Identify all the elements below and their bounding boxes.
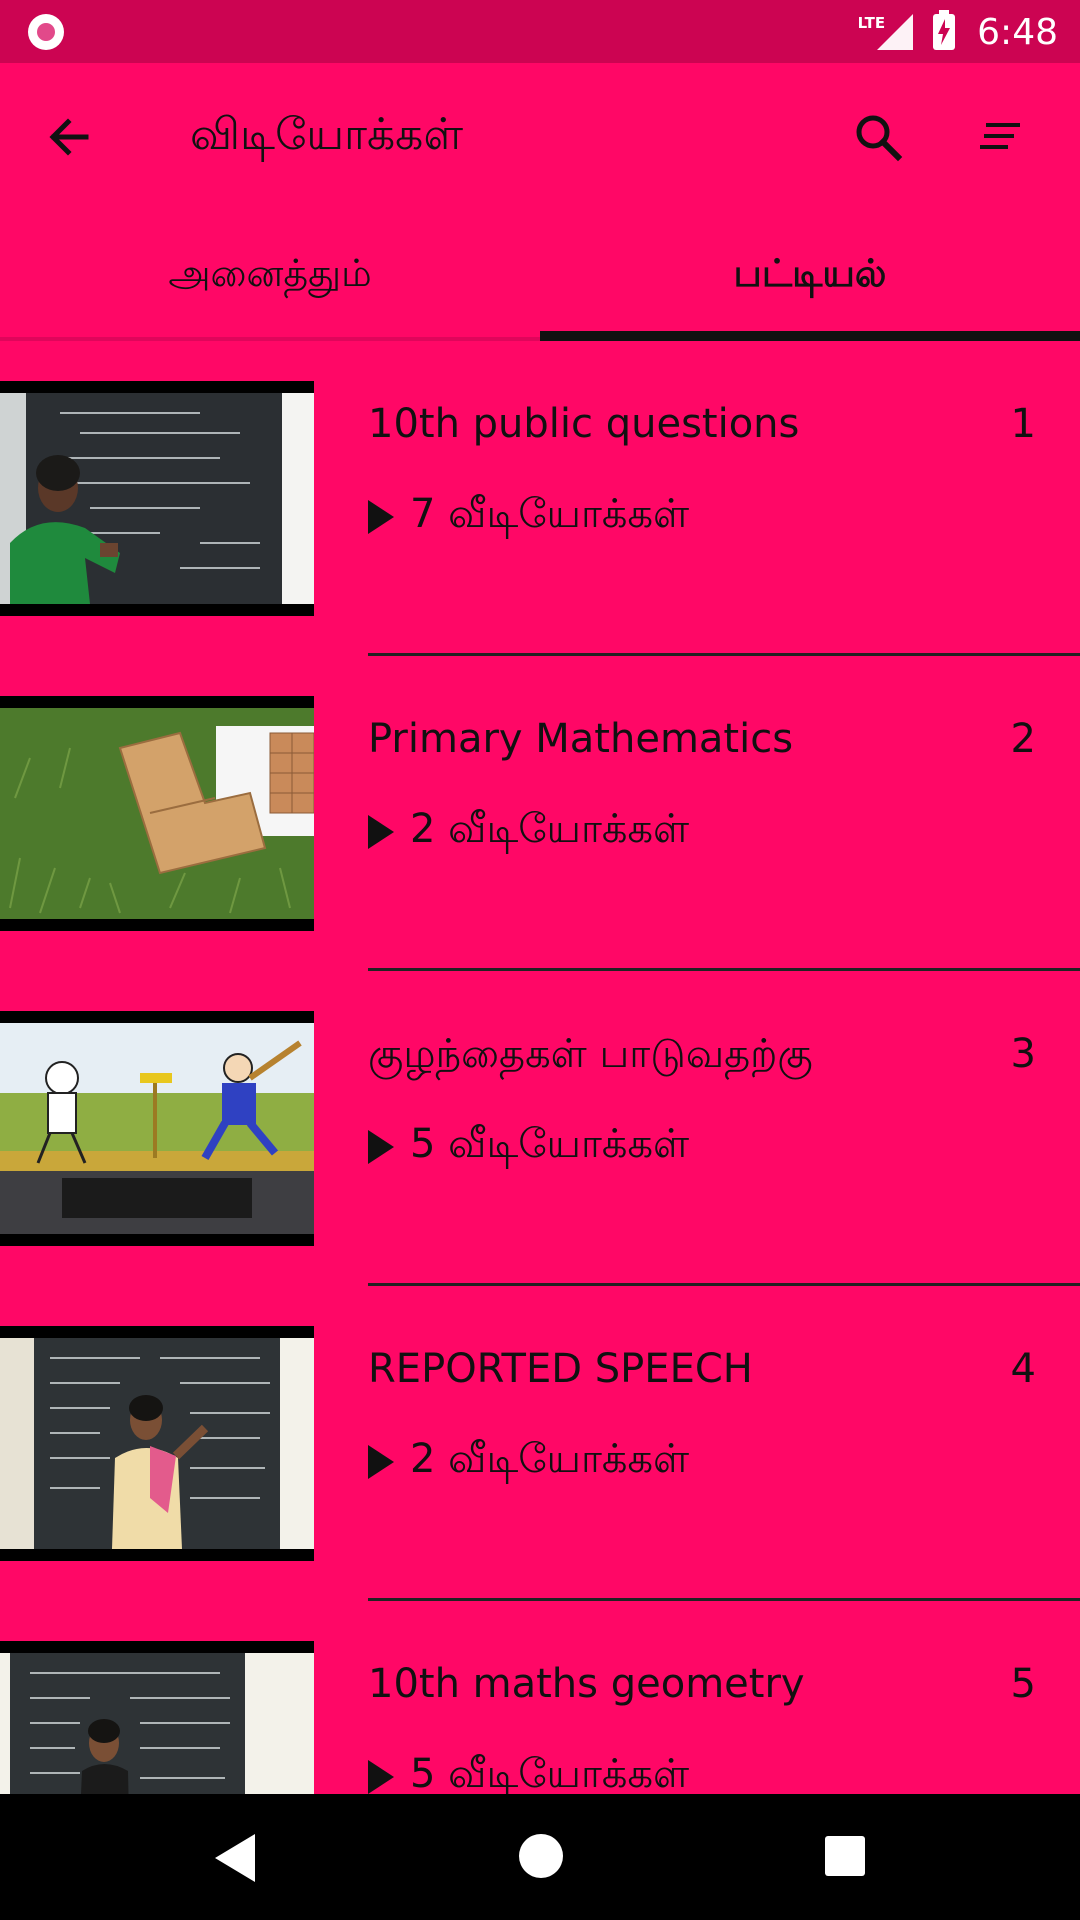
blackboard-teacher-image — [0, 1338, 314, 1549]
notification-record-icon — [28, 14, 64, 50]
playlist-video-count: 2 வீடியோக்கள் — [368, 1436, 689, 1487]
playlist-count-label: 5 வீடியோக்கள் — [410, 1121, 690, 1167]
status-bar: LTE 6:48 — [0, 0, 1080, 63]
playlist-video-count: 5 வீடியோக்கள் — [368, 1751, 689, 1794]
playlist-list[interactable]: 10th public questions 1 7 வீடியோக்கள் Pr… — [0, 341, 1080, 1794]
cartoon-chase-image — [0, 1023, 314, 1234]
status-indicators: LTE 6:48 — [858, 6, 1058, 58]
tab-indicator — [540, 331, 1080, 341]
search-icon — [856, 115, 903, 162]
playlist-title: 10th public questions — [368, 401, 800, 447]
playlist-count-label: 2 வீடியோக்கள் — [410, 1436, 690, 1482]
signal-icon — [877, 14, 914, 50]
battery-charging-icon — [933, 10, 956, 50]
tab-all[interactable]: அனைத்தும் — [0, 211, 540, 341]
playlist-thumbnail — [0, 1011, 314, 1246]
back-arrow-icon — [49, 118, 89, 156]
sort-button[interactable] — [970, 107, 1030, 167]
playlist-video-count: 2 வீடியோக்கள் — [368, 806, 689, 857]
back-button[interactable] — [40, 107, 100, 167]
search-button[interactable] — [848, 107, 908, 167]
playlist-thumbnail — [0, 1641, 314, 1794]
playlist-video-count: 7 வீடியோக்கள் — [368, 491, 689, 542]
playlist-video-count: 5 வீடியோக்கள் — [368, 1121, 689, 1172]
blackboard-teacher-image — [0, 1653, 314, 1794]
playlist-title: குழந்தைகள் பாடுவதற்கு — [368, 1031, 813, 1077]
nav-recents-icon[interactable] — [825, 1836, 865, 1876]
playlist-title: REPORTED SPEECH — [368, 1346, 753, 1392]
playlist-count-label: 2 வீடியோக்கள் — [410, 806, 690, 852]
blackboard-teacher-image — [0, 393, 314, 604]
playlist-item[interactable]: 10th maths geometry 5 5 வீடியோக்கள் — [0, 1601, 1080, 1794]
tab-playlists[interactable]: பட்டியல் — [540, 211, 1080, 341]
page-title: விடியோக்கள் — [190, 109, 464, 160]
playlist-index: 4 — [1010, 1346, 1036, 1392]
play-icon — [368, 814, 394, 849]
playlist-index: 1 — [1010, 401, 1036, 447]
playlist-count-label: 5 வீடியோக்கள் — [410, 1751, 690, 1794]
play-icon — [368, 499, 394, 534]
playlist-count-label: 7 வீடியோக்கள் — [410, 491, 690, 537]
navigation-bar — [0, 1794, 1080, 1920]
playlist-thumbnail — [0, 696, 314, 931]
playlist-thumbnail — [0, 381, 314, 616]
playlist-item[interactable]: குழந்தைகள் பாடுவதற்கு 3 5 வீடியோக்கள் — [0, 971, 1080, 1286]
sort-icon — [980, 123, 1020, 149]
playlist-title: Primary Mathematics — [368, 716, 794, 762]
status-time: 6:48 — [977, 11, 1058, 53]
playlist-index: 5 — [1010, 1661, 1036, 1707]
nav-back-icon[interactable] — [215, 1834, 255, 1882]
play-icon — [368, 1444, 394, 1479]
playlist-title: 10th maths geometry — [368, 1661, 805, 1707]
playlist-index: 3 — [1010, 1031, 1036, 1077]
play-icon — [368, 1759, 394, 1794]
playlist-thumbnail — [0, 1326, 314, 1561]
app-bar: விடியோக்கள் — [0, 63, 1080, 211]
grass-blocks-image — [0, 708, 314, 919]
nav-home-icon[interactable] — [519, 1834, 563, 1878]
playlist-item[interactable]: 10th public questions 1 7 வீடியோக்கள் — [0, 341, 1080, 656]
playlist-item[interactable]: REPORTED SPEECH 4 2 வீடியோக்கள் — [0, 1286, 1080, 1601]
tab-bar: அனைத்தும் பட்டியல் — [0, 211, 1080, 341]
playlist-item[interactable]: Primary Mathematics 2 2 வீடியோக்கள் — [0, 656, 1080, 971]
playlist-index: 2 — [1010, 716, 1036, 762]
play-icon — [368, 1129, 394, 1164]
